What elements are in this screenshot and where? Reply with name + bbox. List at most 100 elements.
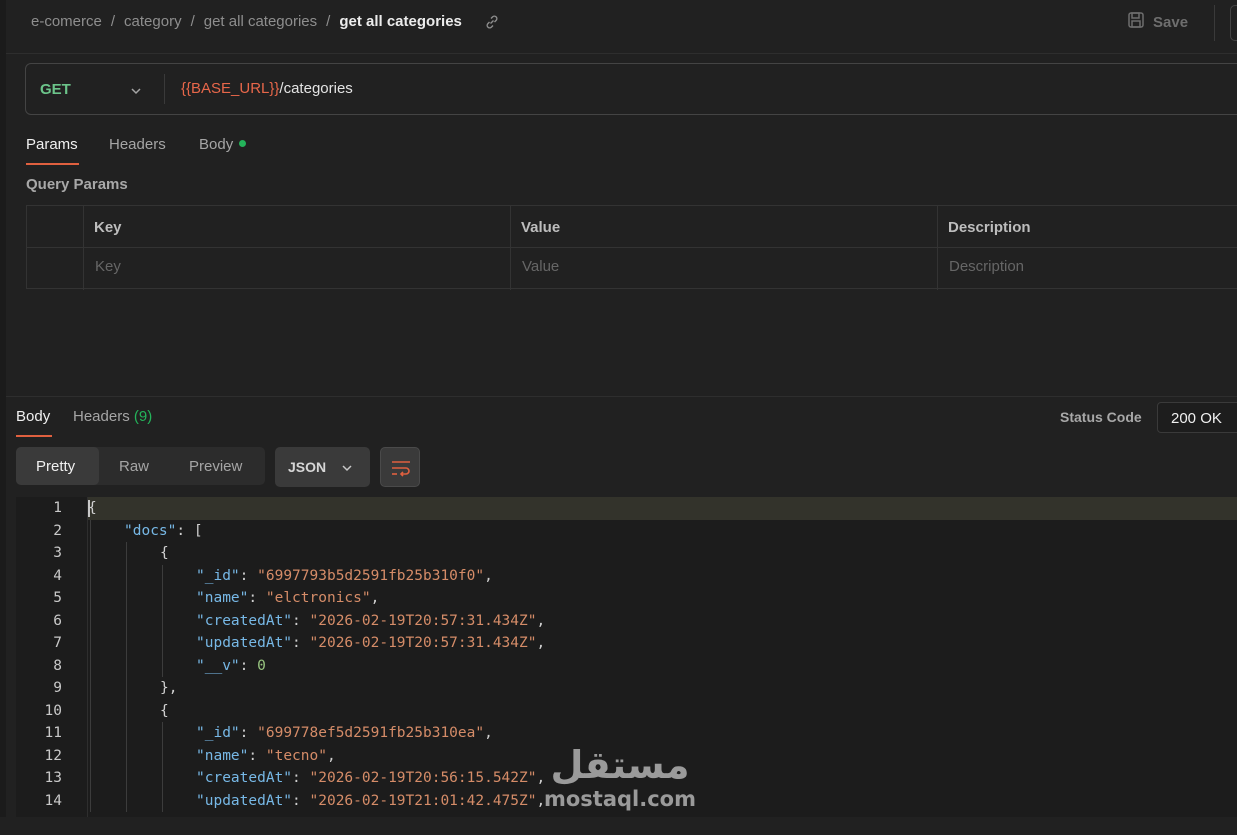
- indent-guide: [126, 587, 127, 610]
- breadcrumb-current[interactable]: get all categories: [339, 13, 462, 30]
- save-icon: [1127, 11, 1145, 33]
- code-token: "_id": [196, 725, 240, 741]
- response-tab-headers[interactable]: Headers (9): [73, 408, 152, 425]
- view-raw-button[interactable]: Raw: [119, 458, 149, 475]
- response-divider[interactable]: [6, 396, 1237, 397]
- indent-guide: [90, 519, 91, 542]
- code-line: 6 "createdAt": "2026-02-19T20:57:31.434Z"…: [16, 609, 1237, 632]
- tab-body-label: Body: [199, 136, 234, 153]
- link-icon[interactable]: [484, 14, 500, 30]
- code-token: :: [248, 747, 266, 764]
- response-active-tab-underline: [16, 435, 52, 437]
- code-text: {: [160, 542, 169, 564]
- code-token: "updatedAt": [196, 635, 293, 651]
- tab-body[interactable]: Body: [199, 136, 247, 153]
- indent-guide: [90, 587, 91, 610]
- code-token: "2026-02-19T20:56:15.542Z": [309, 770, 537, 786]
- code-token: "name": [196, 590, 249, 606]
- code-token: "2026-02-19T20:57:31.434Z": [309, 612, 537, 629]
- indent-guide: [126, 699, 127, 722]
- code-text: "updatedAt": "2026-02-19T21:01:42.475Z",: [196, 790, 545, 812]
- code-token: "2026-02-19T21:01:42.475Z": [309, 792, 537, 809]
- indent-guide: [162, 722, 163, 745]
- code-line: 3{: [16, 542, 1237, 565]
- format-select[interactable]: JSON: [275, 447, 370, 487]
- line-number: 3: [53, 545, 62, 561]
- indent-guide: [126, 609, 127, 632]
- top-bar: e-comerce / category / get all categorie…: [6, 0, 1237, 46]
- code-line: 8 "__v": 0: [16, 654, 1237, 677]
- code-text: "_id": "699778ef5d2591fb25b310ea",: [196, 722, 493, 744]
- code-token: },: [160, 680, 178, 696]
- line-number: 13: [44, 770, 62, 786]
- save-button[interactable]: Save: [1127, 10, 1188, 34]
- format-label: JSON: [288, 459, 327, 475]
- table-divider: [510, 206, 511, 290]
- watermark-logo: مستقل mostaql.com: [540, 742, 700, 820]
- chevron-down-icon[interactable]: [130, 84, 142, 96]
- key-input[interactable]: Key: [95, 258, 121, 275]
- code-line: 4 "_id": "6997793b5d2591fb25b310f0",: [16, 564, 1237, 587]
- query-params-title: Query Params: [26, 176, 128, 193]
- breadcrumb-item-request[interactable]: get all categories: [204, 13, 317, 30]
- code-text: {: [88, 497, 97, 519]
- app-window: e-comerce / category / get all categorie…: [0, 0, 1237, 835]
- toolbar-overflow-button[interactable]: [1230, 5, 1237, 41]
- code-token: 0: [257, 657, 266, 674]
- code-line: 7 "updatedAt": "2026-02-19T20:57:31.434Z"…: [16, 632, 1237, 655]
- chevron-down-icon: [341, 461, 353, 473]
- value-input[interactable]: Value: [522, 258, 559, 275]
- code-text: "createdAt": "2026-02-19T20:56:15.542Z",: [196, 767, 545, 789]
- view-preview-button[interactable]: Preview: [189, 458, 242, 475]
- indent-guide: [90, 677, 91, 700]
- code-token: ,: [536, 612, 546, 629]
- indent-guide: [126, 632, 127, 655]
- method-select[interactable]: GET: [40, 81, 71, 98]
- code-token: :: [239, 657, 258, 674]
- code-token: : [: [176, 522, 203, 539]
- watermark-latin: mostaql.com: [544, 787, 696, 811]
- word-wrap-button[interactable]: [380, 447, 420, 487]
- indent-guide: [126, 677, 127, 700]
- code-token: "2026-02-19T20:57:31.434Z": [309, 635, 537, 651]
- code-token: {: [160, 545, 169, 561]
- indent-guide: [90, 699, 91, 722]
- indent-guide: [126, 564, 127, 587]
- code-token: ,: [536, 635, 546, 651]
- indent-guide: [162, 632, 163, 655]
- line-number: 5: [53, 590, 62, 606]
- code-token: "__v": [196, 657, 240, 674]
- description-input[interactable]: Description: [949, 258, 1024, 275]
- code-token: :: [248, 590, 266, 606]
- table-divider: [27, 247, 1237, 248]
- breadcrumb-item-collection[interactable]: e-comerce: [31, 13, 102, 30]
- url-divider: [164, 74, 165, 104]
- code-text: {: [160, 700, 169, 722]
- status-code-label: Status Code: [1060, 409, 1142, 425]
- code-token: "tecno": [265, 747, 327, 764]
- indent-guide: [90, 609, 91, 632]
- indent-guide: [90, 767, 91, 790]
- line-number: 11: [44, 725, 62, 741]
- url-bar: GET {{BASE_URL}}/categories: [25, 63, 1237, 115]
- indent-guide: [162, 789, 163, 812]
- code-token: ,: [370, 590, 380, 606]
- code-text: "name": "elctronics",: [196, 587, 379, 609]
- line-number: 10: [44, 702, 62, 719]
- status-badge[interactable]: 200 OK: [1157, 402, 1237, 433]
- indent-guide: [162, 587, 163, 610]
- code-text: "name": "tecno",: [196, 745, 336, 767]
- breadcrumb-item-folder[interactable]: category: [124, 13, 182, 30]
- query-params-table: Key Value Description Key Value Descript…: [26, 205, 1237, 290]
- body-indicator-dot: [239, 140, 247, 147]
- view-pretty-button[interactable]: Pretty: [36, 458, 75, 475]
- url-input[interactable]: {{BASE_URL}}/categories: [181, 80, 353, 97]
- tab-headers[interactable]: Headers: [109, 136, 166, 153]
- tab-params[interactable]: Params: [26, 136, 78, 153]
- topbar-divider: [6, 53, 1237, 54]
- indent-guide: [126, 722, 127, 745]
- response-tab-body[interactable]: Body: [16, 408, 50, 425]
- code-token: ,: [326, 747, 336, 764]
- indent-guide: [90, 564, 91, 587]
- indent-guide: [126, 767, 127, 790]
